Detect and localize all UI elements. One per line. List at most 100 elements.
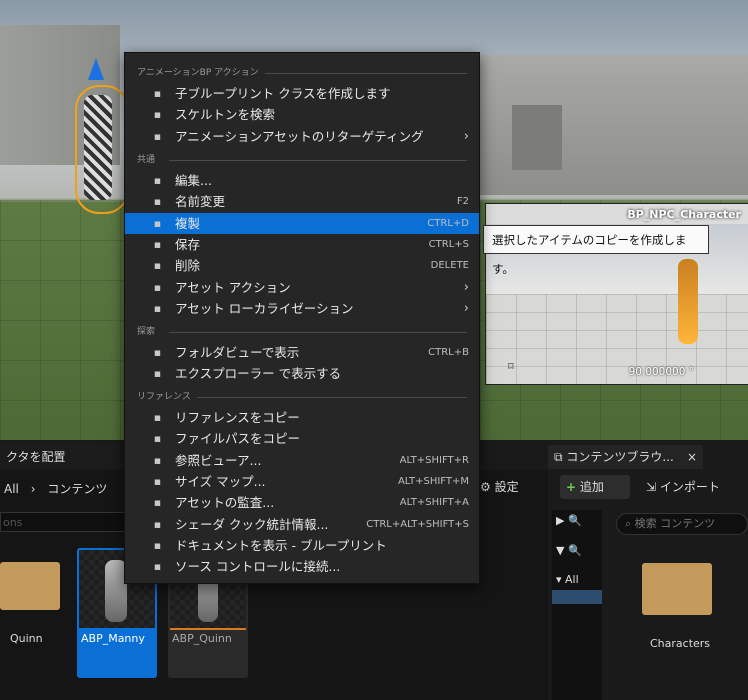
expand-icon[interactable]: ▶ 🔍 [556, 514, 582, 527]
search-icon: ⌕ [625, 517, 632, 530]
preview-asset-name: BP_NPC_Character [627, 208, 741, 221]
duplicate-icon: ▪ [153, 216, 162, 230]
copy-reference-icon: ▪ [153, 411, 162, 424]
tree-root-item[interactable]: ▾ All [556, 573, 579, 586]
menu-section-divider [169, 332, 467, 333]
menu-section-title: 探索 [137, 327, 156, 337]
tab-content-browser[interactable]: ⧉ コンテンツブラウ... × [548, 445, 703, 469]
preview-floor [486, 294, 748, 384]
breadcrumb-separator-icon: › [30, 482, 36, 496]
menu-item-label: 子ブループリント クラスを作成します [175, 86, 391, 101]
menu-item-label: アニメーションアセットのリターゲティング [175, 128, 424, 144]
menu-item[interactable]: ▪ 編集... [125, 170, 479, 191]
rename-icon: ▪ [153, 195, 162, 209]
menu-item[interactable]: ▪ アセットの監査... ALT+SHIFT+A [125, 492, 479, 513]
flag-icon: ▪ [153, 301, 162, 315]
menu-item-shortcut: ALT+SHIFT+R [399, 454, 469, 466]
breadcrumb-root[interactable]: All [4, 482, 19, 496]
add-label: 追加 [579, 480, 604, 494]
asset-name: ABP_Manny [81, 632, 145, 645]
place-actors-tab[interactable]: クタを配置 [0, 445, 120, 469]
menu-item-label: 名前変更 [175, 194, 226, 210]
submenu-arrow-icon: › [463, 279, 469, 295]
wrench-icon: ▪ [153, 280, 162, 294]
preview-character [678, 259, 698, 344]
menu-item[interactable]: ▪ ファイルパスをコピー [125, 428, 479, 449]
menu-item[interactable]: ▪ ドキュメントを表示 - ブループリント [125, 535, 479, 556]
settings-button[interactable]: ⚙ 設定 [480, 478, 519, 495]
filter-input[interactable]: ons [0, 512, 130, 532]
import-icon: ⇲ [646, 480, 657, 494]
menu-item[interactable]: ▪ 名前変更 F2 [125, 191, 479, 212]
menu-item-shortcut: CTRL+S [428, 238, 469, 250]
plus-icon: + [566, 480, 577, 494]
menu-item-shortcut: ALT+SHIFT+M [397, 475, 469, 487]
folder-search-icon: ▪ [153, 367, 162, 381]
menu-item[interactable]: ▪ アセット アクション › [125, 277, 479, 298]
menu-item[interactable]: ▪ 複製 CTRL+D [125, 212, 479, 234]
content-browser-panel: ⧉ コンテンツブラウ... × + 追加 ⇲ インポート ▶ 🔍 ▼ 🔍 ▾ A… [548, 445, 748, 700]
folder-name: Characters [650, 637, 711, 650]
menu-item[interactable]: ▪ 参照ビューア... ALT+SHIFT+R [125, 450, 479, 471]
menu-item-label: スケルトンを検索 [175, 107, 276, 123]
gizmo-arrow-icon[interactable] [88, 58, 104, 80]
retarget-icon: ▪ [153, 129, 162, 143]
menu-item[interactable]: ▪ リファレンスをコピー [125, 407, 479, 428]
shader-icon: ▪ [153, 517, 162, 531]
place-actors-tab-label: クタを配置 [6, 450, 66, 464]
menu-item-shortcut: CTRL+B [428, 347, 469, 358]
menu-item-label: フォルダビューで表示 [175, 345, 300, 360]
gear-icon: ⚙ [480, 480, 491, 494]
menu-item[interactable]: ▪ フォルダビューで表示 CTRL+B [125, 342, 479, 363]
content-browser-icon: ⧉ [554, 450, 563, 464]
menu-section-title: リファレンス [137, 392, 191, 402]
menu-section-divider [197, 397, 467, 398]
menu-item[interactable]: ▪ ソース コントロールに接続... [125, 556, 479, 577]
add-button[interactable]: + 追加 [560, 475, 630, 499]
menu-item-label: エクスプローラー で表示する [175, 366, 342, 382]
menu-item-label: サイズ マップ... [175, 473, 266, 489]
menu-item[interactable]: ▪ アニメーションアセットのリターゲティング › [125, 126, 479, 147]
menu-item-label: 参照ビューア... [175, 452, 262, 468]
viewport-block [512, 105, 562, 170]
menu-item-shortcut: ALT+SHIFT+A [399, 497, 469, 509]
collapse-icon[interactable]: ▼ 🔍 [556, 544, 582, 557]
search-input[interactable]: ⌕ 検索 コンテンツ [616, 513, 748, 535]
menu-section-title: アニメーションBP アクション [137, 68, 259, 78]
book-icon: ▪ [153, 538, 162, 552]
tree-item-selected[interactable] [552, 590, 602, 604]
menu-item-shortcut: CTRL+ALT+SHIFT+S [366, 518, 469, 530]
reference-viewer-icon: ▪ [153, 453, 162, 467]
menu-item-label: アセット アクション [175, 279, 291, 295]
menu-item-label: ファイルパスをコピー [175, 431, 301, 447]
menu-item[interactable]: ▪ 保存 CTRL+S [125, 234, 479, 255]
folder-icon[interactable] [642, 563, 712, 615]
menu-item[interactable]: ▪ サイズ マップ... ALT+SHIFT+M [125, 471, 479, 492]
import-label: インポート [659, 480, 720, 494]
menu-section-divider [265, 73, 467, 74]
menu-item-label: アセットの監査... [175, 495, 275, 511]
menu-item[interactable]: ▪ シェーダ クック統計情報... CTRL+ALT+SHIFT+S [125, 514, 479, 535]
menu-item[interactable]: ▪ 子ブループリント クラスを作成します [125, 83, 479, 104]
menu-item[interactable]: ▪ 削除 DELETE [125, 255, 479, 276]
audit-icon: ▪ [153, 496, 162, 510]
menu-item[interactable]: ▪ アセット ローカライゼーション › [125, 298, 479, 319]
asset-name: ABP_Quinn [172, 632, 232, 645]
menu-item[interactable]: ▪ スケルトンを検索 [125, 104, 479, 125]
menu-section-divider [169, 160, 467, 161]
import-button[interactable]: ⇲ インポート [646, 475, 720, 499]
menu-item[interactable]: ▪ エクスプローラー で表示する [125, 363, 479, 384]
search-placeholder: 検索 コンテンツ [634, 517, 716, 530]
asset-tile-folder[interactable]: Quinn [0, 548, 60, 678]
submenu-arrow-icon: › [463, 128, 469, 144]
menu-item-label: 編集... [175, 173, 212, 188]
menu-item-shortcut: DELETE [430, 260, 469, 272]
menu-item-label: アセット ローカライゼーション [175, 300, 354, 316]
menu-item-label: ソース コントロールに接続... [175, 559, 341, 575]
close-icon[interactable]: × [687, 445, 697, 469]
size-map-icon: ▪ [153, 474, 162, 488]
menu-item-label: 複製 [175, 215, 201, 231]
breadcrumb-current[interactable]: コンテンツ [47, 482, 107, 496]
breadcrumb: All › コンテンツ [4, 480, 107, 497]
save-icon: ▪ [153, 237, 162, 251]
